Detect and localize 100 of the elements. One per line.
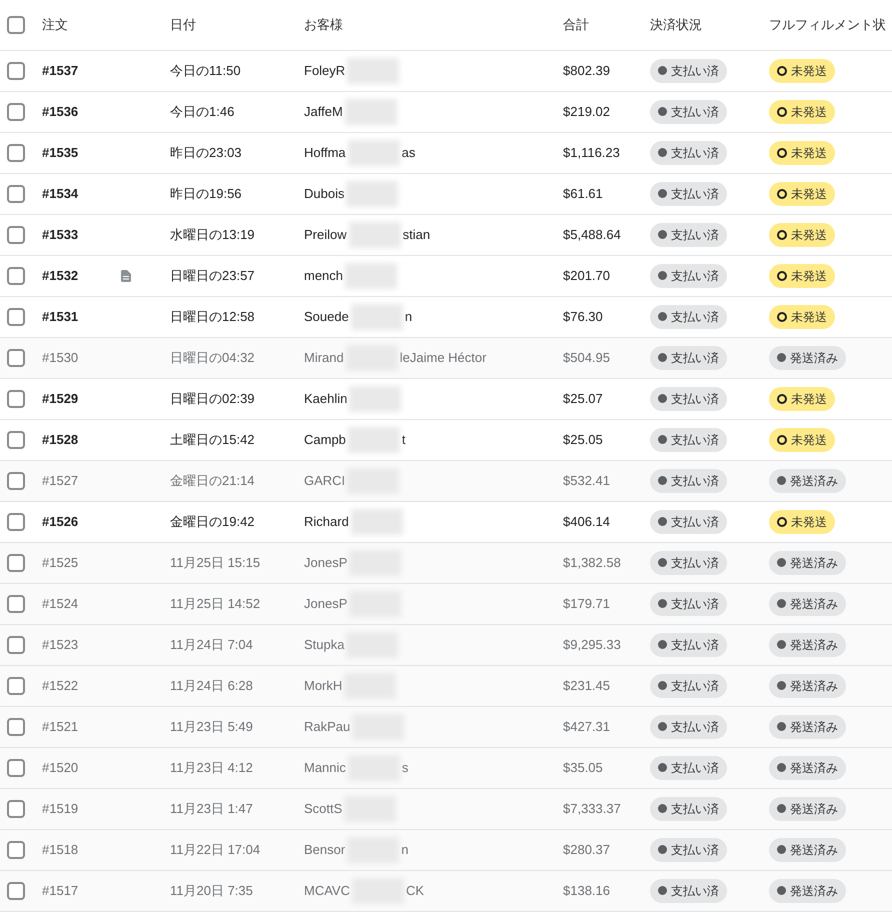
order-number[interactable]: #1523 [42, 637, 78, 652]
order-number[interactable]: #1524 [42, 596, 78, 611]
row-checkbox[interactable] [7, 267, 25, 285]
ring-icon [777, 66, 787, 76]
payment-badge: 支払い済 [650, 510, 727, 534]
row-checkbox[interactable] [7, 472, 25, 490]
order-number[interactable]: #1520 [42, 760, 78, 775]
column-header[interactable]: 日付 [170, 17, 196, 32]
order-number[interactable]: #1536 [42, 104, 78, 119]
order-number[interactable]: #1534 [42, 186, 78, 201]
column-header[interactable]: 決済状況 [650, 17, 702, 32]
ring-icon [777, 312, 787, 322]
customer-name: Campb [304, 431, 346, 450]
order-date: 11月23日 5:49 [170, 719, 253, 734]
column-header[interactable]: フルフィルメント状 [769, 17, 886, 32]
order-total: $25.05 [563, 432, 603, 447]
payment-badge: 支払い済 [650, 632, 727, 657]
row-checkbox[interactable] [7, 841, 25, 859]
order-total: $138.16 [563, 883, 610, 898]
order-total: $61.61 [563, 186, 603, 201]
order-date: 日曜日の23:57 [170, 268, 255, 283]
customer-name: Hoffma [304, 144, 346, 162]
status-badge: 発送済み [769, 346, 846, 370]
order-total: $5,488.64 [563, 227, 621, 242]
row-checkbox[interactable] [7, 513, 25, 531]
order-number[interactable]: #1521 [42, 719, 78, 734]
customer-name: leJaime Héctor [400, 349, 486, 368]
row-checkbox[interactable] [7, 636, 25, 654]
status-badge: 発送済み [769, 468, 846, 493]
order-date: 11月22日 17:04 [170, 842, 260, 857]
customer-name: CK [406, 882, 424, 900]
payment-badge: 支払い済 [650, 592, 727, 616]
status-badge: 発送済み [769, 838, 846, 862]
order-number[interactable]: #1522 [42, 678, 78, 693]
customer-name: MorkH [304, 677, 342, 696]
row-checkbox[interactable] [7, 390, 25, 408]
order-date: 11月20日 7:35 [170, 883, 253, 898]
column-header[interactable]: 注文 [42, 17, 68, 32]
customer-name: n [404, 308, 412, 326]
order-number[interactable]: #1528 [42, 432, 78, 447]
ring-icon [777, 394, 787, 404]
order-number[interactable]: #1530 [42, 350, 78, 365]
row-checkbox[interactable] [7, 349, 25, 367]
row-checkbox[interactable] [7, 62, 25, 80]
row-checkbox[interactable] [7, 144, 25, 162]
customer-name: Bensor [304, 841, 346, 860]
row-checkbox[interactable] [7, 759, 25, 777]
payment-badge: 支払い済 [650, 346, 727, 370]
order-number[interactable]: #1517 [42, 883, 78, 898]
row-checkbox[interactable] [7, 800, 25, 818]
order-number[interactable]: #1537 [42, 63, 78, 78]
row-checkbox[interactable] [7, 308, 25, 326]
order-total: $427.31 [563, 719, 610, 734]
status-badge: 発送済み [769, 592, 846, 616]
customer-name: Kaehlin [304, 390, 348, 408]
order-number[interactable]: #1527 [42, 473, 78, 488]
row-checkbox[interactable] [7, 431, 25, 449]
row-checkbox[interactable] [7, 226, 25, 244]
row-checkbox[interactable] [7, 718, 25, 736]
order-total: $280.37 [563, 842, 610, 857]
column-header[interactable]: お客様 [304, 17, 343, 32]
order-date: 日曜日の12:58 [170, 309, 255, 324]
row-checkbox[interactable] [7, 16, 25, 34]
order-number[interactable]: #1533 [42, 227, 78, 242]
order-number[interactable]: #1526 [42, 514, 78, 529]
row-checkbox[interactable] [7, 595, 25, 613]
row-checkbox[interactable] [7, 554, 25, 572]
order-total: $201.70 [563, 268, 610, 283]
order-number[interactable]: #1525 [42, 555, 78, 570]
ring-icon [777, 230, 787, 240]
customer-name: Stupka [304, 636, 344, 654]
order-number[interactable]: #1518 [42, 842, 78, 857]
order-number[interactable]: #1535 [42, 145, 78, 160]
ring-icon [777, 188, 787, 198]
order-total: $406.14 [563, 514, 610, 529]
order-number[interactable]: #1529 [42, 391, 78, 406]
order-date: 日曜日の04:32 [170, 350, 255, 365]
status-badge: 未発送 [769, 182, 835, 206]
customer-name: GARCI [304, 472, 346, 490]
payment-badge: 支払い済 [650, 304, 727, 329]
column-header[interactable]: 合計 [563, 17, 589, 32]
order-date: 11月23日 4:12 [170, 760, 253, 775]
customer-name: ScottS [304, 800, 342, 818]
row-checkbox[interactable] [7, 103, 25, 121]
order-total: $35.05 [563, 760, 603, 775]
row-checkbox[interactable] [7, 882, 25, 900]
order-date: 金曜日の21:14 [170, 473, 255, 488]
order-date: 水曜日の13:19 [170, 227, 255, 242]
row-checkbox[interactable] [7, 185, 25, 203]
order-number[interactable]: #1531 [42, 309, 78, 324]
order-date: 日曜日の02:39 [170, 391, 255, 406]
ring-icon [777, 148, 787, 158]
customer-name: JaffeM [304, 103, 343, 122]
payment-badge: 支払い済 [650, 714, 727, 739]
row-checkbox[interactable] [7, 677, 25, 695]
status-badge: 未発送 [769, 140, 835, 164]
status-badge: 発送済み [769, 714, 846, 739]
status-badge: 未発送 [769, 58, 835, 82]
order-number[interactable]: #1519 [42, 801, 78, 816]
order-number[interactable]: #1532 [42, 268, 78, 283]
